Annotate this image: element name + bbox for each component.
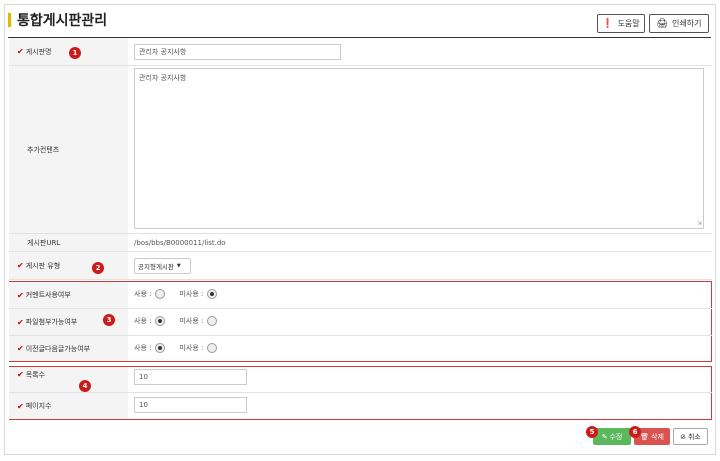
label-text: 목록수 (25, 371, 46, 379)
extra-contents-textarea[interactable]: 관리자 공지사항 ⇲ (134, 68, 704, 229)
label-text: 페이지수 (25, 402, 52, 410)
label-list-count: ✔ 목록수 (9, 367, 128, 392)
label-prev-next: ✔ 이전글다음글가능여부 (9, 336, 128, 361)
label-board-type: ✔ 게시판 유형 (9, 252, 128, 279)
prevnext-nouse-radio[interactable] (207, 343, 218, 353)
comment-nouse-radio[interactable] (207, 289, 218, 299)
edit-icon: ✎ (601, 432, 608, 441)
required-check-icon: ✔ (17, 261, 24, 270)
trash-icon: 🗑 (640, 432, 649, 441)
attach-nouse-radio[interactable] (207, 316, 218, 326)
required-check-icon: ✔ (17, 344, 24, 353)
radio-nouse-label: 미사용 : (179, 344, 204, 352)
printer-icon: 🖨 (656, 18, 668, 29)
radio-use-label: 사용 : (134, 317, 152, 325)
help-button-label: 도움말 (617, 19, 640, 28)
title-accent-bar (8, 13, 11, 27)
required-check-icon: ✔ (17, 401, 24, 411)
label-text: 게시판명 (25, 48, 52, 56)
print-button-label: 인쇄하기 (671, 19, 702, 28)
label-extra-contents: 추가컨텐츠 (9, 66, 128, 233)
radio-nouse-label: 미사용 : (179, 317, 204, 325)
board-url-value: /bos/bbs/B0000011/list.do (134, 239, 226, 247)
annotation-badge-1: 1 (69, 47, 81, 59)
required-check-icon: ✔ (17, 47, 24, 56)
select-value: 공지형게시판 (138, 263, 174, 271)
cancel-button-label: 취소 (687, 432, 701, 441)
label-text: 파일첨부가능여부 (25, 318, 78, 326)
comment-use-radio[interactable] (155, 289, 166, 299)
caret-down-icon: ▼ (176, 263, 181, 269)
list-count-input[interactable]: 10 (134, 369, 247, 385)
annotation-badge-6: 6 (629, 426, 641, 438)
radio-nouse-label: 미사용 : (179, 290, 204, 298)
label-page-count: ✔ 페이지수 (9, 393, 128, 419)
page-header: 통합게시판관리 (8, 10, 107, 30)
cancel-button[interactable]: ⊘ 취소 (673, 428, 708, 445)
attach-allow-radios: 사용 : 미사용 : (134, 316, 231, 326)
help-button[interactable]: ❗ 도움말 (597, 14, 645, 33)
annotation-badge-3: 3 (103, 314, 115, 326)
ban-icon: ⊘ (680, 432, 686, 441)
prev-next-radios: 사용 : 미사용 : (134, 343, 231, 353)
board-name-input[interactable]: 관리자 공지사항 (134, 44, 341, 60)
board-type-select[interactable]: 공지형게시판 ▼ (134, 258, 191, 274)
edit-button-label: 수정 (609, 432, 623, 441)
comment-use-radios: 사용 : 미사용 : (134, 289, 231, 299)
exclamation-circle-icon: ❗ (602, 18, 614, 29)
label-board-url: 게시판URL (9, 234, 128, 251)
radio-use-label: 사용 : (134, 344, 152, 352)
attach-use-radio[interactable] (155, 316, 166, 326)
radio-use-label: 사용 : (134, 290, 152, 298)
print-button[interactable]: 🖨 인쇄하기 (649, 14, 709, 33)
resize-grip-icon[interactable]: ⇲ (697, 220, 702, 227)
required-check-icon: ✔ (17, 317, 24, 327)
annotation-badge-4: 4 (79, 380, 91, 392)
page-count-input[interactable]: 10 (134, 397, 247, 413)
label-text: 커멘트사용여부 (25, 291, 71, 299)
page-title: 통합게시판관리 (17, 13, 108, 29)
label-text: 이전글다음글가능여부 (25, 344, 91, 353)
delete-button-label: 삭제 (651, 432, 664, 441)
annotation-badge-2: 2 (92, 262, 104, 274)
label-text: 게시판 유형 (25, 262, 61, 270)
label-comment-use: ✔ 커멘트사용여부 (9, 282, 128, 308)
annotation-badge-5: 5 (586, 426, 598, 438)
prevnext-use-radio[interactable] (155, 343, 166, 353)
textarea-text: 관리자 공지사항 (139, 74, 187, 82)
edit-button[interactable]: ✎ 수정 (593, 428, 631, 445)
required-check-icon: ✔ (17, 290, 24, 300)
required-check-icon: ✔ (17, 370, 24, 379)
